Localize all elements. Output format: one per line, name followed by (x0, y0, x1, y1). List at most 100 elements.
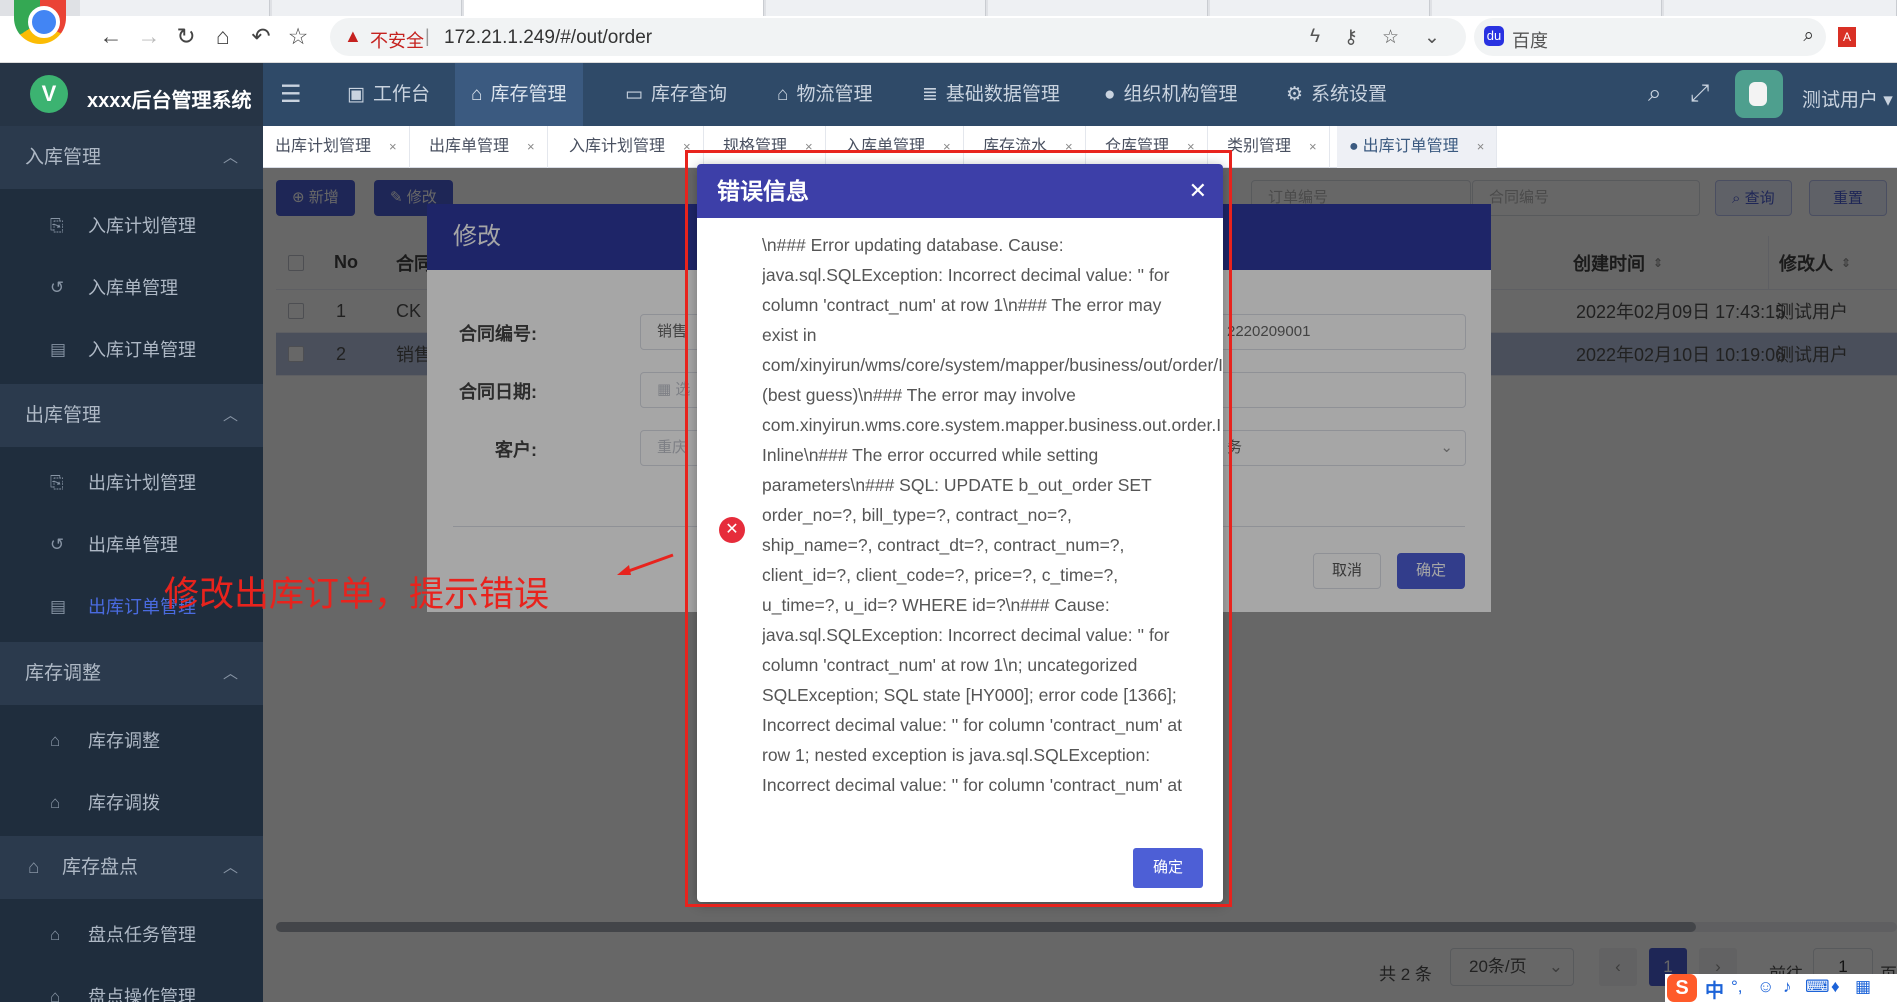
annotation-text: 修改出库订单，提示错误 (164, 575, 550, 614)
home-icon: ⌂ (50, 925, 61, 944)
topnav-basic-data[interactable]: ≣ 基础数据管理 (906, 63, 1076, 126)
search-icon[interactable]: ⌕ (1648, 80, 1661, 108)
tag-category[interactable]: 类别管理 × (1215, 126, 1330, 168)
browser-tab[interactable] (1664, 0, 1897, 16)
close-icon[interactable]: × (1309, 139, 1317, 154)
sidebar-item-label: 入库单管理 (88, 278, 178, 298)
topnav-workbench[interactable]: ▣ 工作台 (331, 63, 446, 126)
browser-search-box[interactable]: du 百度 ⌕ (1474, 18, 1826, 56)
tag-label: 类别管理 (1227, 138, 1292, 155)
topnav-label: 系统设置 (1311, 84, 1388, 105)
ime-mode[interactable]: 中 (1705, 976, 1724, 1002)
tag-label: 出库订单管理 (1362, 138, 1459, 155)
chevron-up-icon: ︿ (222, 407, 238, 424)
baidu-paw-icon: du (1484, 26, 1504, 46)
monitor-icon: ▭ (625, 84, 643, 105)
browser-tab[interactable] (766, 0, 986, 16)
search-icon[interactable]: ⌕ (1803, 25, 1814, 47)
reload-icon[interactable]: ↻ (172, 22, 200, 50)
topnav-logistics[interactable]: ⌂ 物流管理 (761, 63, 889, 126)
sidebar-group-outbound[interactable]: 出库管理 ︿ (0, 384, 263, 447)
warning-icon: ▲ (344, 26, 362, 46)
lightning-icon[interactable]: ϟ (1310, 26, 1320, 48)
sidebar-item-inventory-transfer[interactable]: ⌂ 库存调拨 (0, 772, 263, 834)
sidebar-item-outbound-plan[interactable]: ⎘ 出库计划管理 (0, 452, 263, 514)
pdf-extension-icon[interactable]: A (1838, 27, 1856, 47)
refresh-doc-icon: ↺ (50, 278, 65, 297)
sidebar-item-stocktake-operation[interactable]: ⌂ 盘点操作管理 (0, 966, 263, 1002)
home-icon: ⌂ (50, 793, 61, 812)
tag-outbound-order[interactable]: ● 出库订单管理 × (1337, 126, 1498, 168)
grid-icon[interactable]: ▦ (1855, 977, 1871, 997)
emoji-icon[interactable]: ☺ (1757, 977, 1774, 997)
home-icon: ⌂ (28, 857, 40, 878)
chevron-up-icon: ︿ (222, 665, 238, 682)
sidebar-item-stocktake-task[interactable]: ⌂ 盘点任务管理 (0, 904, 263, 966)
sidebar-item-label: 库存调拨 (88, 793, 160, 813)
user-name-text: 测试用户 (1802, 90, 1879, 111)
tag-outbound-plan[interactable]: 出库计划管理 × (263, 126, 410, 168)
sidebar-item-inventory-adjust[interactable]: ⌂ 库存调整 (0, 710, 263, 772)
browser-tab[interactable] (988, 0, 1208, 16)
browser-tab[interactable] (272, 0, 462, 16)
insecure-label: 不安全 (370, 31, 424, 51)
tag-label: 入库计划管理 (569, 138, 666, 155)
punctuation-icon[interactable]: °, (1731, 977, 1743, 997)
address-bar[interactable]: ▲ 不安全 | 172.21.1.249/#/out/order ϟ ⚷ ☆ ⌄ (330, 18, 1466, 56)
close-icon[interactable]: × (527, 139, 535, 154)
star-icon[interactable]: ☆ (1382, 26, 1399, 49)
browser-tab[interactable] (1210, 0, 1430, 16)
sidebar-item-label: 入库计划管理 (88, 216, 196, 236)
sidebar-item-inbound-order[interactable]: ▤ 入库订单管理 (0, 319, 263, 381)
user-name[interactable]: 测试用户 ▾ (1802, 85, 1893, 112)
address-separator: | (425, 26, 430, 46)
refresh-doc-icon: ↺ (50, 535, 65, 554)
key-icon[interactable]: ⚷ (1344, 26, 1358, 49)
sidebar-group-inbound[interactable]: 入库管理 ︿ (0, 126, 263, 189)
skin-icon[interactable]: ♦ (1831, 977, 1840, 997)
back-icon[interactable]: ← (97, 22, 125, 50)
fullscreen-icon[interactable]: ⤢ (1690, 80, 1709, 108)
topnav-inventory-management[interactable]: ⌂ 库存管理 (455, 63, 583, 126)
browser-tab-strip (0, 0, 1897, 16)
sidebar-group-label: 入库管理 (25, 147, 102, 168)
forward-icon[interactable]: → (135, 22, 163, 50)
annotation-highlight-box (685, 150, 1232, 907)
home-icon[interactable]: ⌂ (209, 22, 237, 50)
tag-inbound-plan[interactable]: 入库计划管理 × (557, 126, 704, 168)
sidebar-group-inventory-adjust[interactable]: 库存调整 ︿ (0, 642, 263, 705)
logo-area: V xxxx后台管理系统 (0, 63, 263, 126)
browser-tab[interactable] (80, 0, 270, 16)
dashboard-icon: ▣ (347, 84, 365, 105)
microphone-icon[interactable]: ♪ (1783, 977, 1792, 997)
close-icon[interactable]: × (389, 139, 397, 154)
avatar[interactable] (1735, 70, 1783, 118)
browser-tab-active[interactable] (464, 0, 764, 16)
sogou-logo-icon[interactable]: S (1667, 974, 1697, 1002)
topnav-system-settings[interactable]: ⚙ 系统设置 (1270, 63, 1403, 126)
tag-outbound-bill[interactable]: 出库单管理 × (417, 126, 548, 168)
menu-toggle-icon[interactable]: ☰ (280, 80, 302, 109)
sidebar-group-stocktake[interactable]: ⌂ 库存盘点 ︿ (0, 836, 263, 899)
keyboard-icon[interactable]: ⌨ (1805, 977, 1830, 997)
sidebar-group-label: 库存调整 (25, 663, 102, 684)
topnav-label: 组织机构管理 (1123, 84, 1238, 105)
browser-tab[interactable] (1432, 0, 1662, 16)
chevron-up-icon: ︿ (222, 859, 238, 876)
url-text[interactable]: 172.21.1.249/#/out/order (444, 27, 652, 49)
chevron-down-icon[interactable]: ⌄ (1424, 26, 1440, 49)
topnav-inventory-query[interactable]: ▭ 库存查询 (609, 63, 743, 126)
user-icon: ● (1104, 84, 1116, 105)
document-edit-icon: ⎘ (50, 473, 64, 492)
document-edit-icon: ⎘ (50, 216, 64, 235)
sidebar-item-label: 库存调整 (88, 731, 160, 751)
topnav-organization[interactable]: ● 组织机构管理 (1088, 63, 1254, 126)
sidebar-item-inbound-plan[interactable]: ⎘ 入库计划管理 (0, 195, 263, 257)
sidebar-item-label: 盘点操作管理 (88, 987, 196, 1002)
home-icon: ⌂ (50, 987, 61, 1002)
close-icon[interactable]: × (1477, 139, 1485, 154)
gear-icon: ⚙ (1286, 84, 1304, 105)
undo-icon[interactable]: ↶ (247, 22, 275, 50)
bookmark-star-icon[interactable]: ☆ (284, 22, 312, 50)
sidebar-item-inbound-bill[interactable]: ↺ 入库单管理 (0, 257, 263, 319)
